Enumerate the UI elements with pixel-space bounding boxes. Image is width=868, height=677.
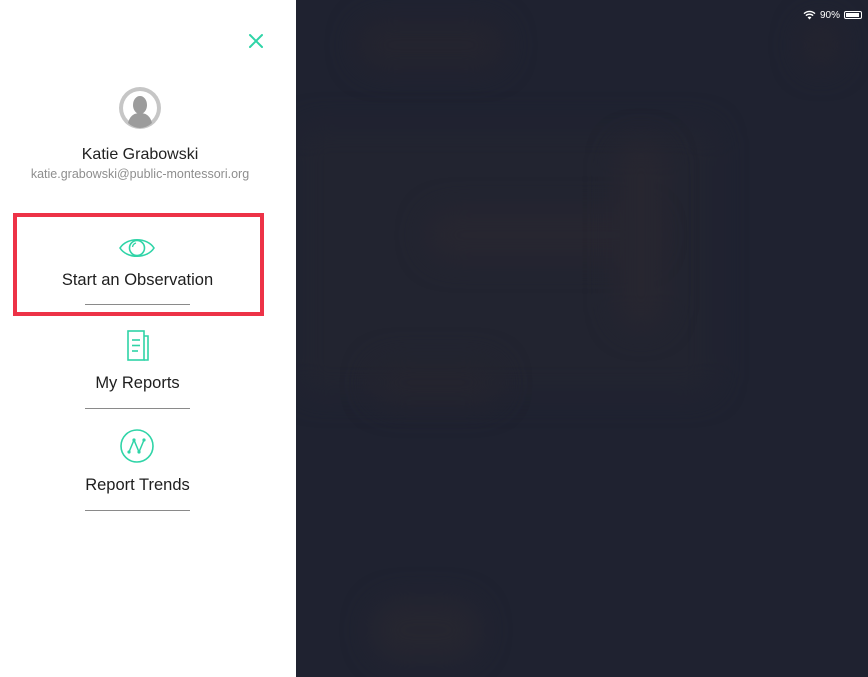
screen: 90% Katie Grabowski katie.grabowski@publ… [0, 0, 868, 677]
user-avatar-icon [119, 87, 161, 129]
battery-percent: 90% [819, 9, 840, 21]
menu-divider [85, 304, 190, 305]
background-shape [616, 140, 666, 330]
menu-divider [85, 408, 190, 409]
menu-item-label: Start an Observation [61, 271, 214, 289]
menu-item-my-reports[interactable]: My Reports [0, 326, 275, 422]
menu-item-report-trends[interactable]: Report Trends [0, 428, 275, 524]
battery-icon [844, 11, 862, 19]
trend-line-icon [120, 429, 154, 463]
menu-item-start-observation[interactable]: Start an Observation [0, 222, 275, 318]
status-bar: 90% [803, 8, 862, 22]
menu-divider [85, 510, 190, 511]
menu-item-label: My Reports [95, 374, 180, 392]
background-shape [371, 600, 481, 660]
close-icon[interactable] [244, 29, 268, 53]
eye-icon [119, 238, 155, 258]
wifi-icon [803, 10, 816, 20]
document-icon [127, 330, 149, 361]
background-shape [801, 20, 841, 70]
battery-level-fill [846, 13, 859, 17]
background-shape [371, 360, 501, 405]
app-background: 90% [296, 0, 868, 677]
user-name: Katie Grabowski [81, 146, 199, 163]
user-email: katie.grabowski@public-montessori.org [30, 167, 250, 181]
navigation-drawer: Katie Grabowski katie.grabowski@public-m… [0, 0, 296, 677]
background-shape [356, 20, 506, 70]
menu-item-label: Report Trends [85, 476, 190, 494]
